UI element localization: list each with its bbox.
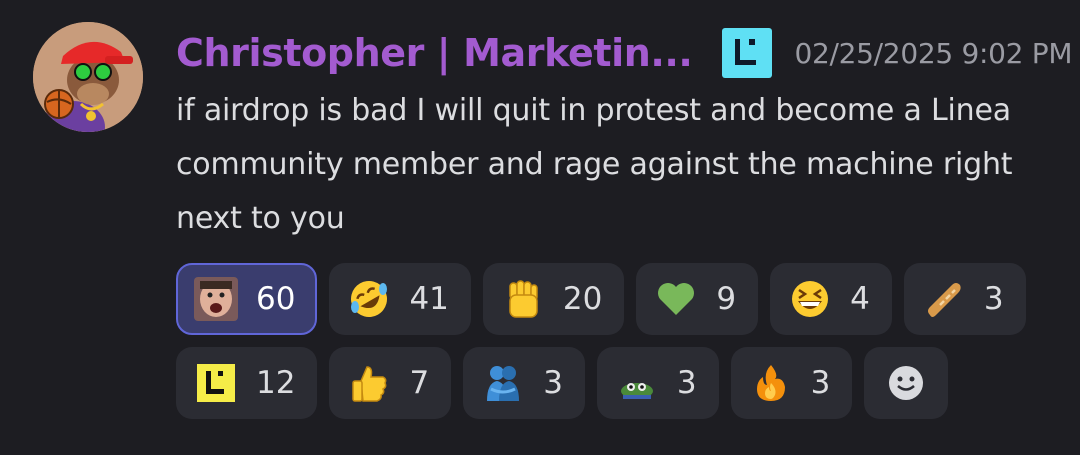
reaction-custom-face[interactable]: 60 bbox=[176, 263, 318, 335]
reaction-count: 7 bbox=[409, 365, 430, 401]
custom-face-emote-icon bbox=[194, 277, 238, 321]
author-name[interactable]: Christopher | Marketin... bbox=[176, 31, 693, 75]
message-text: if airdrop is bad I will quit in protest… bbox=[176, 93, 1013, 236]
reaction-count: 60 bbox=[256, 281, 296, 317]
user-avatar[interactable] bbox=[33, 22, 143, 132]
reaction-count: 3 bbox=[543, 365, 563, 401]
reaction-count: 4 bbox=[850, 281, 870, 317]
reaction-count: 9 bbox=[716, 281, 737, 317]
reaction-count: 3 bbox=[983, 281, 1004, 317]
linea-logo-emote-icon bbox=[194, 361, 238, 405]
reaction-count: 3 bbox=[676, 365, 697, 401]
green-heart-icon bbox=[654, 277, 698, 321]
reaction-bar: 60 41 20 9 4 3 12 7 3 3 3 bbox=[176, 263, 1056, 419]
add-reaction-button[interactable] bbox=[864, 347, 949, 419]
reaction-baguette[interactable]: 3 bbox=[903, 263, 1026, 335]
people-hugging-icon bbox=[481, 361, 525, 405]
reaction-count: 3 bbox=[810, 365, 831, 401]
raised-fist-icon bbox=[501, 277, 545, 321]
reaction-grin-squint[interactable]: 4 bbox=[770, 263, 892, 335]
reaction-count: 12 bbox=[256, 365, 296, 401]
add-reaction-smiley-icon bbox=[884, 361, 928, 405]
reaction-hugging[interactable]: 3 bbox=[463, 347, 585, 419]
pepe-frog-icon bbox=[615, 361, 659, 405]
baguette-icon bbox=[922, 277, 966, 321]
reaction-rofl[interactable]: 41 bbox=[329, 263, 471, 335]
grinning-squinting-face-icon bbox=[788, 277, 832, 321]
linea-logo-icon[interactable] bbox=[722, 28, 773, 78]
thumbs-up-icon bbox=[347, 361, 391, 405]
fire-icon bbox=[749, 361, 793, 405]
reaction-raised-fist[interactable]: 20 bbox=[482, 263, 625, 335]
message-header: Christopher | Marketin... 02/25/2025 9:0… bbox=[176, 28, 1073, 78]
message-timestamp: 02/25/2025 9:02 PM bbox=[794, 36, 1073, 70]
rolling-on-floor-laughing-icon bbox=[347, 277, 391, 321]
reaction-pepe[interactable]: 3 bbox=[596, 347, 719, 419]
reaction-count: 20 bbox=[562, 281, 603, 317]
reaction-fire[interactable]: 3 bbox=[730, 347, 853, 419]
reaction-green-heart[interactable]: 9 bbox=[636, 263, 759, 335]
reaction-linea[interactable]: 12 bbox=[176, 347, 318, 419]
reaction-count: 41 bbox=[409, 281, 449, 317]
reaction-thumbs-up[interactable]: 7 bbox=[329, 347, 452, 419]
